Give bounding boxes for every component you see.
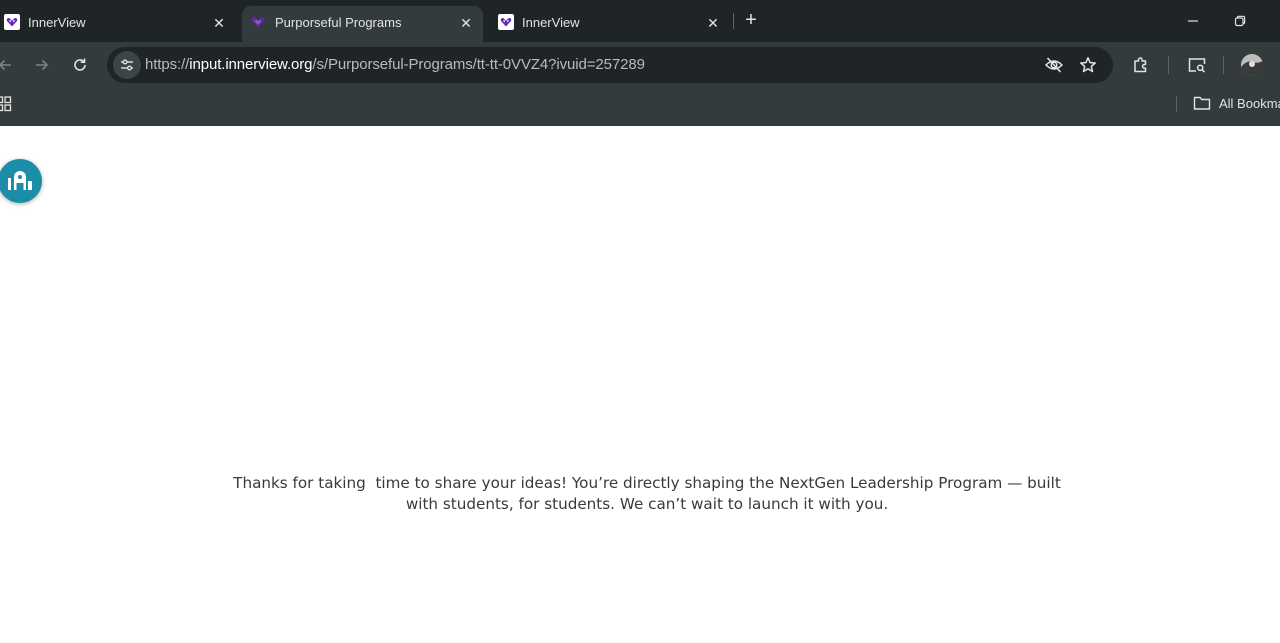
forward-arrow-icon bbox=[36, 59, 49, 71]
star-icon bbox=[1080, 57, 1096, 73]
close-tab-icon[interactable]: ✕ bbox=[704, 14, 722, 32]
toolbar-divider bbox=[1168, 56, 1169, 74]
folder-icon bbox=[1193, 96, 1211, 110]
thank-you-message: Thanks for taking time to share your ide… bbox=[233, 474, 1066, 513]
site-info-button[interactable] bbox=[113, 51, 141, 79]
minimize-icon bbox=[1188, 20, 1198, 22]
toolbar-divider bbox=[1223, 56, 1224, 74]
accessibility-button[interactable] bbox=[0, 159, 42, 203]
reload-icon bbox=[74, 58, 86, 71]
innerview-logo-icon bbox=[498, 14, 514, 30]
minimize-button[interactable] bbox=[1181, 10, 1205, 32]
close-tab-icon[interactable]: ✕ bbox=[210, 14, 228, 32]
all-bookmarks-button[interactable]: All Bookma bbox=[1219, 96, 1280, 111]
purple-heart-logo-icon bbox=[250, 14, 266, 30]
tab-purporseful-programs[interactable]: Purporseful Programs ✕ bbox=[242, 6, 483, 42]
accessibility-icon bbox=[8, 171, 32, 190]
url-path: /s/Purporseful-Programs/tt-tt-0VVZ4?ivui… bbox=[312, 56, 645, 73]
profile-avatar[interactable] bbox=[1241, 54, 1263, 76]
page-content: Thanks for taking time to share your ide… bbox=[0, 126, 1280, 643]
tab-search-icon bbox=[1188, 58, 1206, 73]
tab-title: InnerView bbox=[522, 15, 580, 30]
back-button[interactable] bbox=[0, 54, 16, 76]
tracking-protection-button[interactable] bbox=[1043, 54, 1065, 76]
bookmarks-bar: All Bookma bbox=[0, 88, 1280, 126]
restore-button[interactable] bbox=[1228, 10, 1252, 32]
tab-separator bbox=[733, 13, 734, 29]
tab-title: Purporseful Programs bbox=[275, 15, 402, 30]
bookmark-star-button[interactable] bbox=[1077, 54, 1099, 76]
new-tab-button[interactable]: + bbox=[741, 10, 761, 30]
back-arrow-icon bbox=[0, 59, 11, 71]
tab-title: InnerView bbox=[28, 15, 86, 30]
restore-icon bbox=[1234, 15, 1246, 27]
avatar-photo bbox=[1241, 54, 1263, 76]
browser-toolbar: https://input.innerview.org/s/Purporsefu… bbox=[0, 42, 1280, 88]
tab-strip: InnerView ✕ Purporseful Programs ✕ Inner… bbox=[0, 0, 1280, 42]
bookmarks-divider bbox=[1176, 96, 1177, 112]
url-scheme: https:// bbox=[145, 56, 190, 73]
url-text[interactable]: https://input.innerview.org/s/Purporsefu… bbox=[145, 56, 645, 73]
forward-button[interactable] bbox=[31, 54, 53, 76]
reload-button[interactable] bbox=[69, 54, 91, 76]
eye-slash-icon bbox=[1044, 57, 1064, 73]
tab-search-button[interactable] bbox=[1186, 54, 1208, 76]
innerview-logo-icon bbox=[4, 14, 20, 30]
tab-innerview-1[interactable]: InnerView ✕ bbox=[0, 6, 240, 42]
puzzle-icon bbox=[1134, 57, 1147, 73]
tune-icon bbox=[121, 59, 133, 71]
extensions-button[interactable] bbox=[1130, 54, 1152, 76]
url-host: input.innerview.org bbox=[189, 56, 313, 73]
apps-grid-icon[interactable] bbox=[0, 96, 12, 112]
tab-innerview-2[interactable]: InnerView ✕ bbox=[494, 6, 732, 42]
address-bar[interactable]: https://input.innerview.org/s/Purporsefu… bbox=[107, 47, 1113, 83]
close-tab-icon[interactable]: ✕ bbox=[457, 14, 475, 32]
